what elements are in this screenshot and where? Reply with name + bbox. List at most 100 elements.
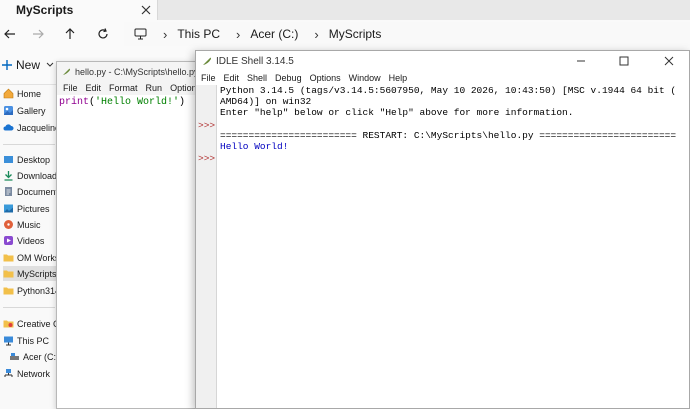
- sidebar-item-label: Videos: [17, 235, 45, 246]
- shell-menu-help[interactable]: Help: [389, 73, 408, 83]
- address-bar[interactable]: › This PC › Acer (C:) › MyScripts: [124, 22, 690, 46]
- sidebar-item-om-works[interactable]: OM Works: [3, 250, 58, 265]
- editor-window: hello.py - C:\MyScripts\hello.py (3 File…: [56, 61, 196, 409]
- desktop-icon: [3, 154, 14, 165]
- explorer-tab[interactable]: MyScripts: [0, 0, 158, 20]
- shell-menu-edit[interactable]: Edit: [224, 73, 240, 83]
- editor-code-area[interactable]: print('Hello World!'): [59, 97, 185, 108]
- shell-title-bar[interactable]: IDLE Shell 3.14.5: [196, 51, 689, 71]
- editor-menu-run[interactable]: Run: [146, 83, 163, 93]
- chevron-right-icon: ›: [314, 26, 319, 42]
- creative-cloud-icon: [3, 318, 14, 329]
- refresh-icon[interactable]: [94, 25, 112, 43]
- close-icon[interactable]: [663, 55, 675, 67]
- editor-menu-edit[interactable]: Edit: [86, 83, 102, 93]
- sidebar-item-label: Documents: [17, 186, 58, 197]
- sidebar-item-label: Home: [17, 88, 42, 99]
- sidebar-item-jacqueline[interactable]: Jacqueline: [3, 120, 58, 135]
- sidebar-item-desktop[interactable]: Desktop: [3, 152, 58, 167]
- sidebar-item-label: Network: [17, 368, 51, 379]
- sidebar-item-python314[interactable]: Python314: [3, 283, 58, 298]
- music-icon: [3, 219, 14, 230]
- shell-title: IDLE Shell 3.14.5: [216, 55, 294, 67]
- chevron-right-icon: ›: [163, 26, 168, 42]
- forward-arrow-icon[interactable]: [29, 25, 47, 43]
- editor-menu-format[interactable]: Format: [109, 83, 138, 93]
- shell-output-area[interactable]: Python 3.14.5 (tags/v3.14.5:5607950, May…: [220, 85, 689, 152]
- explorer-tab-strip: MyScripts: [0, 0, 690, 20]
- maximize-icon[interactable]: [618, 55, 630, 67]
- cloud-icon: [3, 122, 14, 133]
- minimize-icon[interactable]: [575, 55, 587, 67]
- pictures-icon: [3, 203, 14, 214]
- explorer-tab-label: MyScripts: [16, 3, 74, 17]
- chevron-down-icon: [46, 62, 54, 68]
- gallery-icon: [3, 105, 14, 116]
- sidebar-item-videos[interactable]: Videos: [3, 233, 58, 248]
- up-arrow-icon[interactable]: [61, 25, 79, 43]
- code-keyword: print: [59, 97, 90, 108]
- shell-menu-file[interactable]: File: [201, 73, 216, 83]
- sidebar-item-myscripts[interactable]: MyScripts: [3, 266, 58, 281]
- drive-icon: [9, 351, 20, 362]
- plus-icon: [2, 60, 12, 70]
- shell-menu-bar: File Edit Shell Debug Options Window Hel…: [196, 71, 689, 85]
- sidebar-item-label: Python314: [17, 285, 58, 296]
- editor-menu-options[interactable]: Options: [170, 83, 195, 93]
- sidebar-item-music[interactable]: Music: [3, 217, 58, 232]
- back-arrow-icon[interactable]: [1, 25, 19, 43]
- sidebar-item-gallery[interactable]: Gallery: [3, 103, 58, 118]
- editor-title: hello.py - C:\MyScripts\hello.py (3: [75, 66, 196, 77]
- chevron-right-icon: ›: [236, 26, 241, 42]
- shell-prompt-gutter: >>> >>>: [196, 85, 217, 408]
- sidebar-item-home[interactable]: Home: [3, 86, 58, 101]
- new-button[interactable]: New: [2, 58, 54, 72]
- idle-feather-icon: [201, 56, 212, 67]
- breadcrumb-drive[interactable]: Acer (C:): [250, 27, 298, 41]
- shell-prompt: >>>: [198, 120, 216, 131]
- home-icon: [3, 88, 14, 99]
- shell-program-output: Hello World!: [220, 141, 289, 152]
- sidebar-item-label: OM Works: [17, 252, 58, 263]
- shell-banner-line: Python 3.14.5 (tags/v3.14.5:5607950, May…: [220, 85, 677, 96]
- code-string: 'Hello World!': [95, 97, 180, 108]
- breadcrumb-this-pc[interactable]: This PC: [177, 27, 220, 41]
- shell-menu-options[interactable]: Options: [310, 73, 341, 83]
- document-icon: [3, 186, 14, 197]
- sidebar-item-creative-cloud[interactable]: Creative Cl: [3, 316, 58, 331]
- sidebar-item-label: Pictures: [17, 203, 50, 214]
- shell-banner-line: AMD64)] on win32: [220, 96, 312, 108]
- shell-menu-window[interactable]: Window: [349, 73, 381, 83]
- sidebar-divider: [3, 307, 55, 308]
- explorer-nav-bar: › This PC › Acer (C:) › MyScripts: [0, 20, 690, 48]
- shell-restart-line: ======================== RESTART: C:\MyS…: [220, 129, 677, 141]
- computer-icon: [3, 335, 14, 346]
- sidebar-item-label: Music: [17, 219, 41, 230]
- sidebar-item-label: Jacqueline: [17, 122, 58, 133]
- shell-menu-shell[interactable]: Shell: [247, 73, 267, 83]
- shell-menu-debug[interactable]: Debug: [275, 73, 302, 83]
- sidebar-divider: [3, 144, 55, 145]
- idle-feather-icon: [61, 67, 71, 77]
- explorer-sidebar: Home Gallery Jacqueline Desktop Download…: [0, 85, 59, 409]
- editor-menu-file[interactable]: File: [63, 83, 78, 93]
- shell-prompt: >>>: [198, 153, 216, 164]
- folder-icon: [3, 285, 14, 296]
- computer-icon: [134, 28, 147, 40]
- code-paren: ): [179, 97, 186, 108]
- editor-menu-bar: File Edit Format Run Options: [57, 81, 195, 95]
- new-button-label: New: [16, 58, 41, 72]
- editor-title-bar[interactable]: hello.py - C:\MyScripts\hello.py (3: [57, 62, 196, 81]
- sidebar-item-label: Desktop: [17, 154, 51, 165]
- sidebar-item-pictures[interactable]: Pictures: [3, 201, 58, 216]
- sidebar-item-downloads[interactable]: Downloads: [3, 168, 58, 183]
- sidebar-item-this-pc[interactable]: This PC: [3, 333, 58, 348]
- folder-icon: [3, 268, 14, 279]
- close-tab-icon[interactable]: [139, 3, 153, 17]
- sidebar-item-label: Creative Cl: [17, 318, 58, 329]
- sidebar-item-label: MyScripts: [17, 268, 57, 279]
- download-icon: [3, 170, 14, 181]
- sidebar-item-network[interactable]: Network: [3, 366, 58, 381]
- breadcrumb-myscripts[interactable]: MyScripts: [329, 27, 382, 41]
- sidebar-item-documents[interactable]: Documents: [3, 184, 58, 199]
